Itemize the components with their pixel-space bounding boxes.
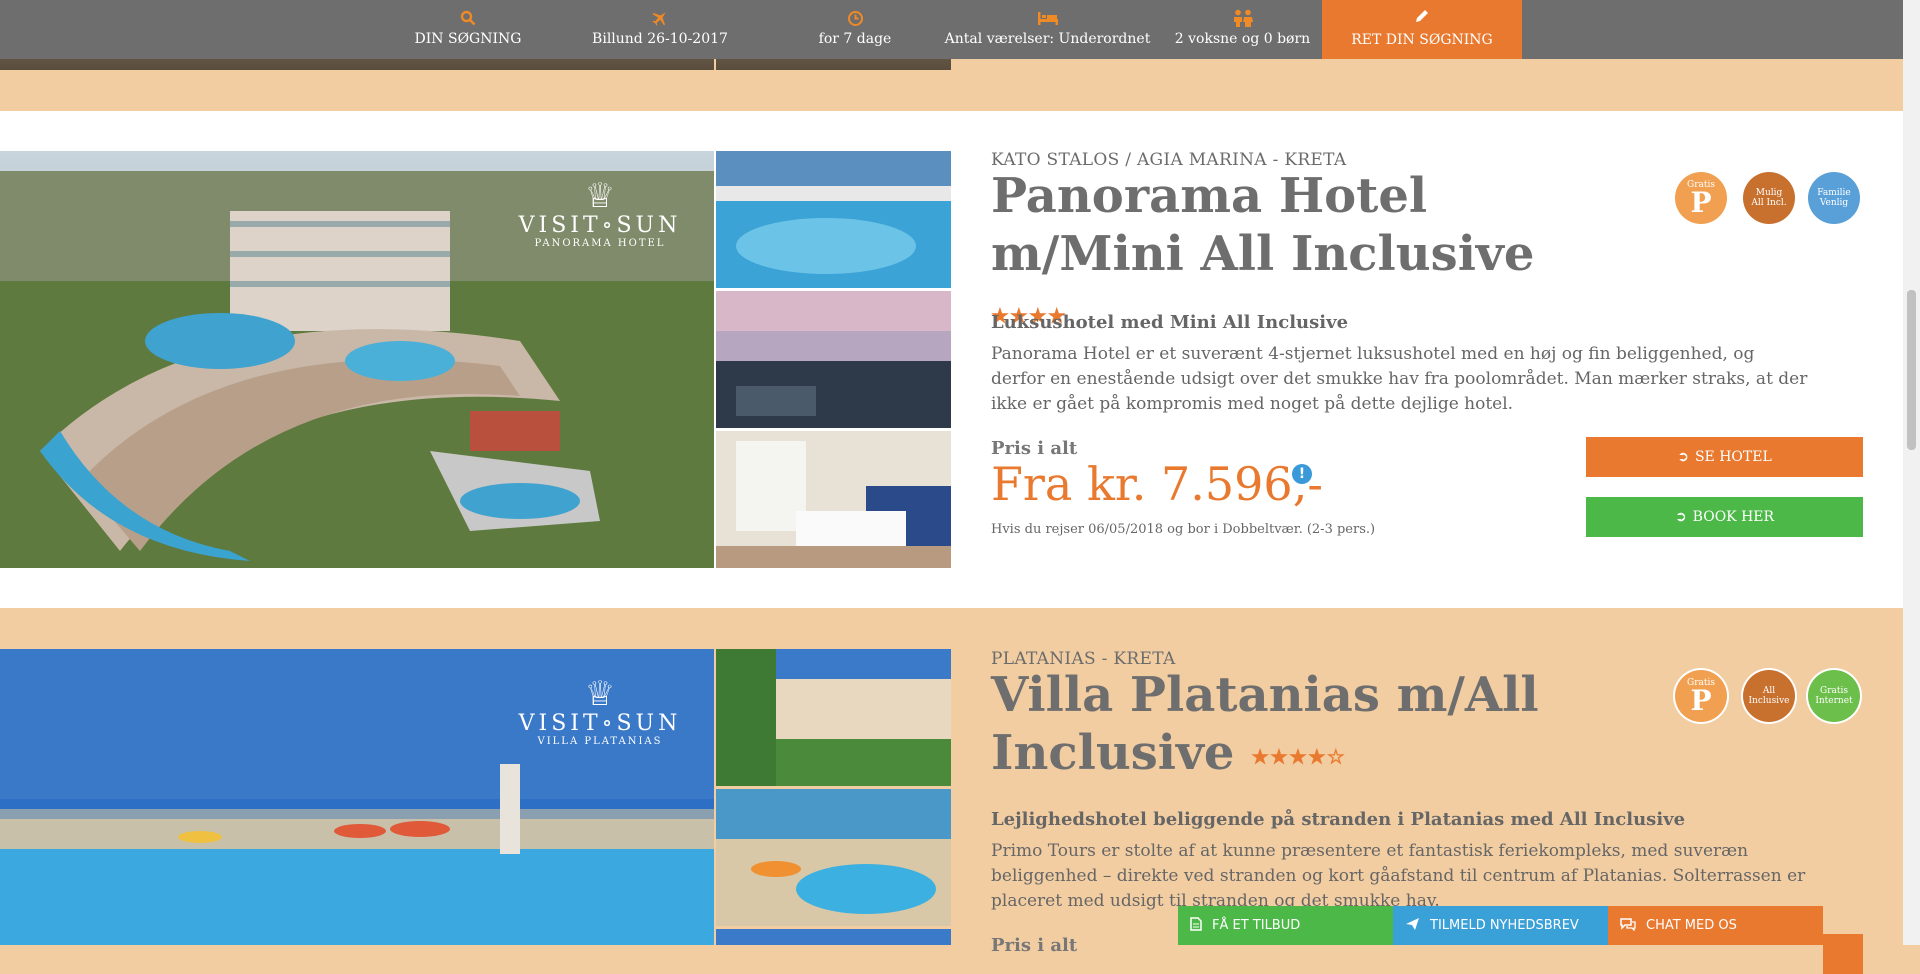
badge-text: Gratis bbox=[1820, 686, 1848, 696]
book-label: BOOK HER bbox=[1692, 509, 1775, 525]
hotel-main-image[interactable]: ♕ VISIT∘SUN VILLA PLATANIAS bbox=[0, 649, 714, 945]
offer-button[interactable]: FÅ ET TILBUD bbox=[1178, 906, 1393, 945]
brand-hotel-name: VILLA PLATANIAS bbox=[537, 736, 663, 747]
plane-icon bbox=[651, 8, 669, 28]
hotel-subtitle: Luksushotel med Mini All Inclusive bbox=[991, 312, 1349, 333]
badge-free-parking: Gratis P bbox=[1675, 670, 1727, 722]
visitsun-logo: ♕ VISIT∘SUN VILLA PLATANIAS bbox=[510, 677, 690, 747]
hotel-thumb-garden[interactable] bbox=[716, 649, 951, 786]
visitsun-logo: ♕ VISIT∘SUN PANORAMA HOTEL bbox=[510, 179, 690, 249]
hotel-title-text: Panorama Hotel m/Mini All Inclusive bbox=[991, 168, 1535, 282]
see-hotel-button[interactable]: ➲ SE HOTEL bbox=[1586, 437, 1863, 477]
badge-text: Internet bbox=[1815, 696, 1853, 706]
offer-label: FÅ ET TILBUD bbox=[1212, 918, 1301, 933]
hotel-thumb-beach-pool[interactable] bbox=[716, 789, 951, 926]
travelers-label: 2 voksne og 0 børn bbox=[1174, 31, 1311, 47]
duration-item[interactable]: for 7 dage bbox=[790, 0, 920, 59]
arrow-circle-icon: ➲ bbox=[1677, 449, 1689, 465]
pencil-icon bbox=[1414, 8, 1430, 26]
badge-text: Familie bbox=[1817, 188, 1851, 198]
edit-search-label: RET DIN SØGNING bbox=[1351, 32, 1493, 48]
departure-item[interactable]: Billund 26-10-2017 bbox=[580, 0, 740, 59]
newsletter-button[interactable]: TILMELD NYHEDSBREV bbox=[1393, 906, 1608, 945]
clock-icon bbox=[847, 8, 864, 28]
chat-button[interactable]: CHAT MED OS bbox=[1608, 906, 1823, 945]
bed-icon bbox=[1037, 8, 1059, 28]
hotel-stars: ★★★★☆ bbox=[1251, 744, 1346, 769]
duration-label: for 7 dage bbox=[818, 31, 892, 47]
people-icon bbox=[1231, 8, 1255, 28]
scrollbar-thumb[interactable] bbox=[1907, 290, 1916, 450]
search-summary-label: DIN SØGNING bbox=[414, 31, 522, 47]
badge-all-inclusive: Mulig All Incl. bbox=[1743, 172, 1795, 224]
room-photo bbox=[716, 431, 951, 568]
brand-name: VISIT∘SUN bbox=[518, 213, 682, 238]
price-note: Hvis du rejser 06/05/2018 og bor i Dobbe… bbox=[991, 522, 1376, 537]
garden-photo bbox=[716, 649, 951, 786]
search-icon bbox=[460, 8, 476, 28]
badge-free-internet: Gratis Internet bbox=[1808, 670, 1860, 722]
departure-label: Billund 26-10-2017 bbox=[592, 31, 728, 47]
badge-text: All Incl. bbox=[1751, 198, 1787, 208]
thumb-photo bbox=[716, 929, 951, 945]
brand-hotel-name: PANORAMA HOTEL bbox=[534, 238, 666, 249]
sunset-photo bbox=[716, 291, 951, 428]
price-info-icon[interactable]: ! bbox=[1292, 464, 1312, 484]
document-icon bbox=[1190, 916, 1202, 935]
badge-text: Venlig bbox=[1819, 198, 1849, 208]
rooms-item[interactable]: Antal værelser: Underordnet bbox=[945, 0, 1150, 59]
brand-name: VISIT∘SUN bbox=[518, 711, 682, 736]
see-hotel-button[interactable] bbox=[1823, 934, 1863, 974]
hotel-main-image[interactable]: ♕ VISIT∘SUN PANORAMA HOTEL bbox=[0, 151, 714, 568]
pool-photo bbox=[716, 151, 951, 288]
hotel-thumb-room[interactable] bbox=[716, 431, 951, 568]
badge-free-parking: Gratis P bbox=[1675, 172, 1727, 224]
badge-text: Inclusive bbox=[1748, 696, 1790, 706]
edit-search-button[interactable]: RET DIN SØGNING bbox=[1322, 0, 1522, 59]
badge-all-inclusive: All Inclusive bbox=[1743, 670, 1795, 722]
hotel-card: ♕ VISIT∘SUN VILLA PLATANIAS PLATANIAS - … bbox=[0, 608, 1903, 974]
price-label: Pris i alt bbox=[991, 935, 1078, 956]
hotel-description: Primo Tours er stolte af at kunne præsen… bbox=[991, 841, 1806, 911]
price-label: Pris i alt bbox=[991, 438, 1078, 459]
rooms-label: Antal værelser: Underordnet bbox=[944, 31, 1151, 47]
hotel-thumb-third[interactable] bbox=[716, 929, 951, 945]
badge-family-friendly: Familie Venlig bbox=[1808, 172, 1860, 224]
crown-icon: ♕ bbox=[584, 176, 616, 216]
newsletter-label: TILMELD NYHEDSBREV bbox=[1430, 918, 1579, 933]
hotel-thumb-sunset[interactable] bbox=[716, 291, 951, 428]
page-scrollbar[interactable] bbox=[1903, 0, 1920, 945]
beach-pool-photo bbox=[716, 789, 951, 926]
arrow-circle-icon: ➲ bbox=[1674, 509, 1687, 525]
chat-label: CHAT MED OS bbox=[1646, 918, 1737, 933]
travelers-item[interactable]: 2 voksne og 0 børn bbox=[1170, 0, 1315, 59]
chat-icon bbox=[1620, 917, 1636, 935]
hotel-thumb-pool[interactable] bbox=[716, 151, 951, 288]
hotel-description: Panorama Hotel er et suverænt 4-stjernet… bbox=[991, 344, 1808, 414]
hotel-subtitle: Lejlighedshotel beliggende på stranden i… bbox=[991, 809, 1686, 830]
hotel-title[interactable]: Villa Platanias m/All Inclusive ★★★★☆ bbox=[991, 666, 1611, 786]
parking-icon: P bbox=[1690, 684, 1712, 717]
search-summary-item[interactable]: DIN SØGNING bbox=[398, 0, 538, 59]
search-summary-bar: DIN SØGNING Billund 26-10-2017 for 7 dag… bbox=[0, 0, 1903, 59]
crown-icon: ♕ bbox=[584, 674, 616, 714]
hotel-card: ♕ VISIT∘SUN PANORAMA HOTEL KATO STALOS /… bbox=[0, 111, 1903, 608]
book-button[interactable]: ➲ BOOK HER bbox=[1586, 497, 1863, 537]
badge-text: All bbox=[1762, 686, 1776, 696]
hotel-price: Fra kr. 7.596,- bbox=[991, 457, 1323, 511]
parking-icon: P bbox=[1690, 186, 1712, 219]
see-hotel-label: SE HOTEL bbox=[1694, 449, 1772, 465]
badge-text: Mulig bbox=[1755, 188, 1783, 198]
paper-plane-icon bbox=[1405, 917, 1420, 935]
